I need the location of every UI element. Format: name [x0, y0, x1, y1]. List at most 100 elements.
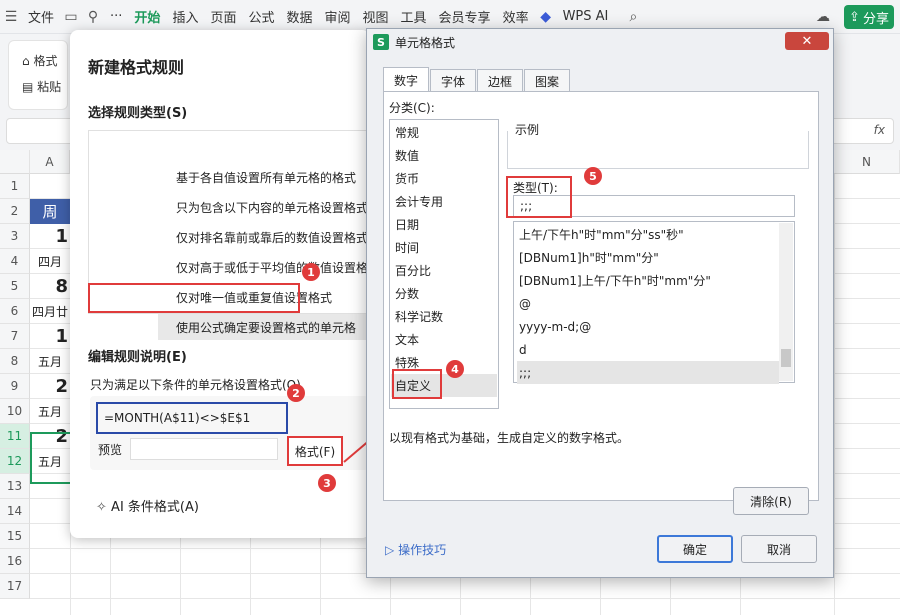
cloud-sync-icon[interactable]: ☁	[812, 6, 834, 28]
cell[interactable]: 周	[30, 199, 70, 224]
category-item[interactable]: 日期	[391, 213, 497, 236]
row-header[interactable]: 8	[0, 349, 30, 374]
row-header[interactable]: 16	[0, 549, 30, 574]
cell[interactable]: 五月	[30, 349, 70, 374]
tab-efficiency[interactable]: 效率	[497, 7, 535, 26]
tab-tools[interactable]: 工具	[395, 7, 433, 26]
type-list-item[interactable]: 上午/下午h"时"mm"分"ss"秒"	[517, 223, 779, 246]
row-header[interactable]: 11	[0, 424, 30, 449]
tab-number[interactable]: 数字	[383, 67, 429, 93]
clear-button[interactable]: 清除(R)	[733, 487, 809, 515]
column-header-n[interactable]: N	[834, 150, 900, 174]
save-icon[interactable]: ▭	[60, 6, 82, 28]
row-header[interactable]: 15	[0, 524, 30, 549]
category-item[interactable]: 百分比	[391, 259, 497, 282]
type-list-item[interactable]: yyyy-m-d;@	[517, 315, 779, 338]
category-item[interactable]: 分数	[391, 282, 497, 305]
category-item[interactable]: 数值	[391, 144, 497, 167]
dialog-title: 新建格式规则	[88, 58, 185, 77]
menu-file[interactable]: 文件	[22, 7, 60, 26]
format-painter-label: 格式	[33, 54, 58, 68]
cancel-button[interactable]: 取消	[741, 535, 817, 563]
share-button[interactable]: ⇪ 分享	[844, 5, 894, 29]
format-painter-button[interactable]: ⌂ 格式	[22, 52, 57, 69]
cell[interactable]: 1	[30, 324, 70, 349]
column-header-a[interactable]: A	[30, 150, 70, 174]
ai-conditional-format-link[interactable]: ✧ AI 条件格式(A)	[96, 496, 199, 515]
tab-formula[interactable]: 公式	[242, 7, 280, 26]
row-header[interactable]: 6	[0, 299, 30, 324]
type-list-item[interactable]: @	[517, 292, 779, 315]
format-description: 以现有格式为基础，生成自定义的数字格式。	[389, 431, 630, 445]
tab-home[interactable]: 开始	[128, 7, 166, 34]
dialog-title: 单元格格式	[395, 35, 456, 50]
type-list-item[interactable]: ;;;	[517, 361, 779, 384]
tips-label: 操作技巧	[398, 543, 447, 557]
select-rule-type-label: 选择规则类型(S)	[88, 106, 188, 121]
tab-member[interactable]: 会员专享	[433, 7, 497, 26]
row-header[interactable]: 12	[0, 449, 30, 474]
corner-cell[interactable]	[0, 150, 30, 174]
cell[interactable]: 8	[30, 274, 70, 299]
wps-ai-icon: ◆	[540, 8, 551, 25]
row-header[interactable]: 7	[0, 324, 30, 349]
category-item[interactable]: 时间	[391, 236, 497, 259]
row-header[interactable]: 2	[0, 199, 30, 224]
scrollbar-thumb[interactable]	[781, 349, 791, 367]
tab-font[interactable]: 字体	[430, 69, 476, 93]
annotation-badge-3: 3	[318, 474, 336, 492]
formula-input[interactable]: =MONTH(A$11)<>$E$1	[96, 402, 288, 434]
tab-data[interactable]: 数据	[280, 7, 318, 26]
tips-link[interactable]: ▷ 操作技巧	[385, 541, 446, 558]
type-list-item[interactable]: [DBNum1]h"时"mm"分"	[517, 246, 779, 269]
edit-rule-label: 编辑规则说明(E)	[88, 350, 187, 365]
menu-icon[interactable]: ☰	[0, 6, 22, 28]
condition-label: 只为满足以下条件的单元格设置格式(O)	[90, 378, 301, 392]
category-item[interactable]: 货币	[391, 167, 497, 190]
category-item[interactable]: 常规	[391, 121, 497, 144]
cell[interactable]: 四月廿	[30, 299, 70, 324]
paste-button[interactable]: ▤ 粘贴	[22, 78, 61, 95]
format-painter-icon[interactable]: ⚲	[82, 6, 104, 28]
close-button[interactable]: ✕	[785, 32, 829, 50]
tab-page[interactable]: 页面	[204, 7, 242, 26]
share-label: 分享	[862, 11, 889, 27]
tab-pattern[interactable]: 图案	[524, 69, 570, 93]
cell[interactable]: 四月	[30, 249, 70, 274]
row-header[interactable]: 3	[0, 224, 30, 249]
row-header[interactable]: 4	[0, 249, 30, 274]
category-label: 分类(C):	[389, 101, 435, 115]
format-button[interactable]: 格式(F)	[287, 436, 343, 466]
row-header[interactable]: 1	[0, 174, 30, 199]
cell[interactable]: 2	[30, 374, 70, 399]
row-header[interactable]: 9	[0, 374, 30, 399]
ok-button[interactable]: 确定	[657, 535, 733, 563]
ai-sparkle-icon: ✧	[96, 500, 107, 515]
cell[interactable]: 1	[30, 224, 70, 249]
row-header[interactable]: 10	[0, 399, 30, 424]
more-icon[interactable]: ···	[104, 9, 128, 24]
category-item[interactable]: 科学记数	[391, 305, 497, 328]
category-item[interactable]: 文本	[391, 328, 497, 351]
tab-view[interactable]: 视图	[357, 7, 395, 26]
type-list-scrollbar[interactable]	[779, 223, 793, 381]
fx-icon[interactable]: fx	[874, 123, 885, 137]
tab-insert[interactable]: 插入	[166, 7, 204, 26]
tab-border[interactable]: 边框	[477, 69, 523, 93]
row-header[interactable]: 13	[0, 474, 30, 499]
play-icon: ▷	[385, 543, 395, 557]
annotation-badge-4: 4	[446, 360, 464, 378]
type-list-item[interactable]: [DBNum1]上午/下午h"时"mm"分"	[517, 269, 779, 292]
type-list-item[interactable]: d	[517, 338, 779, 361]
row-header[interactable]: 14	[0, 499, 30, 524]
row-header[interactable]: 17	[0, 574, 30, 599]
cell[interactable]: 五月	[30, 399, 70, 424]
search-icon[interactable]: ⌕	[622, 6, 644, 28]
category-item[interactable]: 会计专用	[391, 190, 497, 213]
tab-review[interactable]: 审阅	[319, 7, 357, 26]
tab-wps-ai[interactable]: WPS AI	[557, 9, 615, 24]
row-header[interactable]: 5	[0, 274, 30, 299]
paste-label: 粘贴	[37, 80, 62, 94]
column-gridline	[834, 174, 835, 615]
cell-format-dialog: S 单元格格式 ✕ 数字 字体 边框 图案 分类(C): 常规 数值 货币 会计专用日…	[366, 28, 834, 578]
